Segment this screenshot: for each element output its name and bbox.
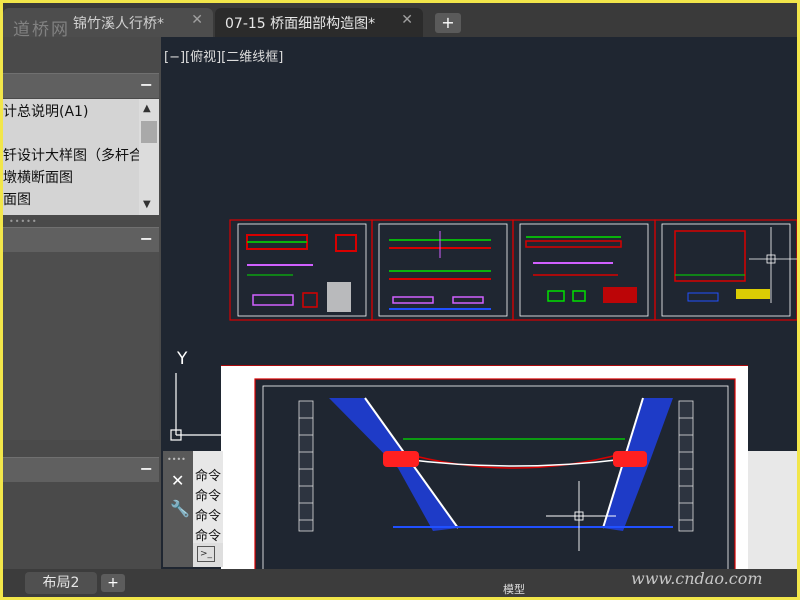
sheet-3-details [525,236,637,303]
sheet-frame-3 [512,219,656,321]
add-layout-button[interactable]: + [101,574,125,592]
elevation-table-left [298,400,314,532]
ucs-y-label: Y [177,349,188,369]
drawing-canvas[interactable] [3,3,797,597]
sheet-frame-4 [654,219,797,321]
prompt-icon: >_ [197,546,215,562]
elevation-table-right [678,400,694,532]
command-line: 命令 [195,509,222,524]
right-abutment [613,451,647,467]
sheet-2-details [389,231,491,310]
grip-icon[interactable]: •••• [167,455,186,464]
sheet-1-details [246,234,357,312]
command-line: 命令 [195,469,222,484]
model-space-button[interactable]: 模型 [503,581,525,597]
sheet-frame-2 [371,219,514,321]
tab-layout2[interactable]: 布局2 [25,572,97,594]
command-input[interactable]: >_ [193,543,223,567]
command-window-toolbar: •••• ✕ 🔧 [163,451,193,567]
wrench-icon[interactable]: 🔧 [170,499,190,518]
sheet-inner-2 [378,223,508,317]
close-icon[interactable]: ✕ [171,471,184,490]
left-abutment [383,451,419,467]
sheet-4-details [674,227,797,303]
command-line: 命令 [195,529,222,544]
cad-application-window: 道桥网 锦竹溪人行桥* ✕ 07-15 桥面细部构造图* ✕ + − 计总说明(… [3,3,797,597]
status-panel [748,451,797,569]
ucs-icon [170,373,225,441]
command-line: 命令 [195,489,222,504]
watermark: www.cndao.com [631,569,763,588]
